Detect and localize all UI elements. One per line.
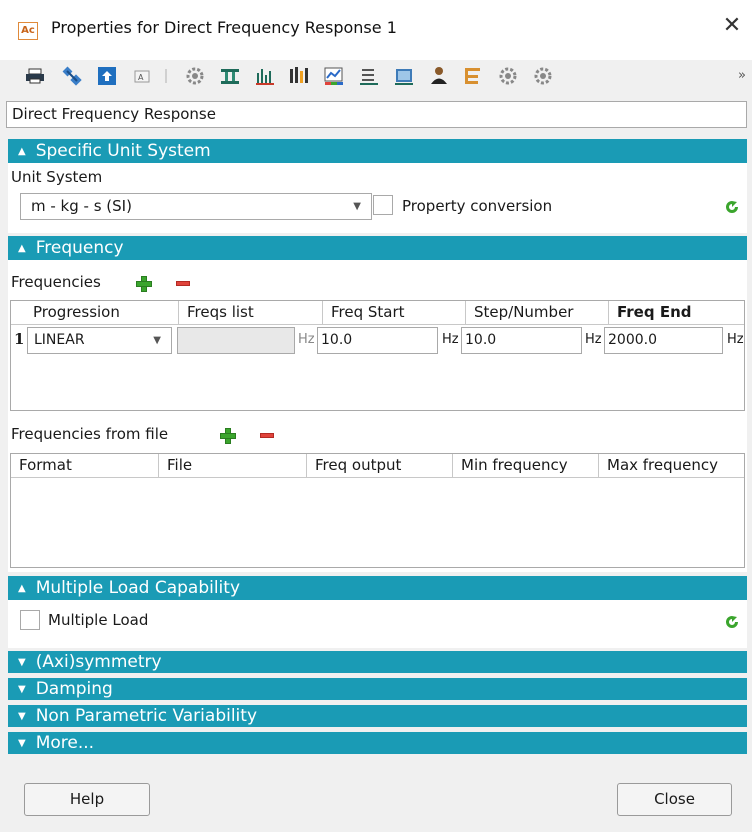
settings-gear-icon[interactable] [184,65,206,87]
section-title: Specific Unit System [35,141,211,161]
name-field[interactable]: Direct Frequency Response [6,101,747,128]
help-button[interactable]: Help [24,783,150,816]
color-chart-icon[interactable] [323,65,345,87]
section-title: Frequency [35,238,124,258]
gear-group-icon-2[interactable] [532,65,554,87]
table-header: Format File Freq output Min frequency Ma… [11,454,744,478]
section-title: Non Parametric Variability [35,706,258,726]
section-title: (Axi)symmetry [35,652,162,672]
step-number-unit: Hz [442,332,459,347]
gear-group-icon[interactable] [497,65,519,87]
toolbar-overflow-icon[interactable]: » [738,68,746,83]
close-icon[interactable]: ✕ [720,14,744,38]
collapse-arrow-icon: ▲ [18,146,26,157]
collapse-arrow-icon: ▲ [18,583,26,594]
progression-select[interactable]: LINEAR ▼ [27,327,172,354]
section-header-damping[interactable]: ▼ Damping [8,678,747,700]
signal-bars-icon[interactable] [288,65,310,87]
toolbar-separator [165,69,167,83]
frequencies-from-file-label: Frequencies from file [11,425,169,443]
unit-system-label: Unit System [11,168,103,186]
col-step-number: Step/Number [466,301,609,325]
multiple-load-label: Multiple Load [48,611,149,629]
person-icon[interactable] [428,65,450,87]
table-header: Progression Freqs list Freq Start Step/N… [11,301,744,325]
section-header-more[interactable]: ▼ More... [8,732,747,754]
section-title: More... [35,733,95,753]
list-icon[interactable] [358,65,380,87]
expand-arrow-icon: ▼ [18,711,26,722]
bar-chart-icon[interactable] [254,65,276,87]
col-max-frequency: Max frequency [607,456,719,474]
multiple-load-checkbox[interactable] [20,610,40,630]
col-format: Format [11,454,159,478]
col-file: File [159,454,307,478]
window-title: Properties for Direct Frequency Response… [51,18,397,37]
col-freq-end: Freq End [617,303,692,321]
app-icon: Ac [18,22,38,40]
frequency-panel: Frequencies Progression Freqs list Freq … [8,260,747,572]
section-title: Damping [35,679,113,699]
satellite-icon[interactable] [61,65,83,87]
unit-system-value: m - kg - s (SI) [31,197,132,215]
section-header-frequency[interactable]: ▲ Frequency [8,236,747,260]
toolbar: A » [0,60,752,94]
row-index: 1 [14,330,25,348]
freq-start-unit: Hz [298,332,315,347]
step-number-input[interactable]: 10.0 [461,327,582,354]
section-header-multiple-load[interactable]: ▲ Multiple Load Capability [8,576,747,600]
frequencies-label: Frequencies [11,273,101,291]
freq-end-unit: Hz [585,332,602,347]
close-button[interactable]: Close [617,783,732,816]
window-titlebar: Ac Properties for Direct Frequency Respo… [0,0,752,60]
remove-file-icon[interactable] [260,433,274,438]
unit-system-select[interactable]: m - kg - s (SI) ▼ [20,193,372,220]
expand-arrow-icon: ▼ [18,738,26,749]
multiple-load-panel: Multiple Load [8,600,747,648]
section-title: Multiple Load Capability [35,578,241,598]
chevron-down-icon: ▼ [353,201,361,212]
print-icon[interactable] [24,65,46,87]
collapse-arrow-icon: ▲ [18,243,26,254]
freq-start-input[interactable]: 10.0 [317,327,438,354]
section-header-axisymmetry[interactable]: ▼ (Axi)symmetry [8,651,747,673]
svg-text:A: A [138,73,144,82]
col-min-frequency: Min frequency [453,454,599,478]
add-frequency-icon[interactable] [136,276,152,292]
tree-icon[interactable] [462,65,484,87]
beam-icon[interactable] [219,65,241,87]
frequencies-file-table: Format File Freq output Min frequency Ma… [10,453,745,568]
expand-arrow-icon: ▼ [18,684,26,695]
chevron-down-icon: ▼ [153,335,161,346]
table-row: 1 LINEAR ▼ Hz 10.0 Hz 10.0 Hz 2000.0 Hz [11,325,744,355]
export-icon[interactable] [96,65,118,87]
col-progression: Progression [11,301,179,325]
freqs-list-input[interactable] [177,327,295,354]
property-conversion-label: Property conversion [402,197,553,215]
refresh-icon[interactable] [724,614,740,630]
col-freqs-list: Freqs list [179,301,323,325]
freq-end-unit-suffix: Hz [727,332,744,347]
expand-arrow-icon: ▼ [18,657,26,668]
unit-system-panel: Unit System m - kg - s (SI) ▼ Property c… [8,163,747,233]
refresh-icon[interactable] [724,199,740,215]
freq-end-input[interactable]: 2000.0 [604,327,723,354]
text-icon[interactable]: A [131,65,153,87]
property-conversion-checkbox[interactable] [373,195,393,215]
section-header-unit-system[interactable]: ▲ Specific Unit System [8,139,747,163]
section-header-non-parametric[interactable]: ▼ Non Parametric Variability [8,705,747,727]
remove-frequency-icon[interactable] [176,281,190,286]
col-freq-start: Freq Start [323,301,466,325]
add-file-icon[interactable] [220,428,236,444]
panel-icon[interactable] [393,65,415,87]
col-freq-output: Freq output [307,454,453,478]
frequencies-table: Progression Freqs list Freq Start Step/N… [10,300,745,411]
progression-value: LINEAR [34,332,85,348]
